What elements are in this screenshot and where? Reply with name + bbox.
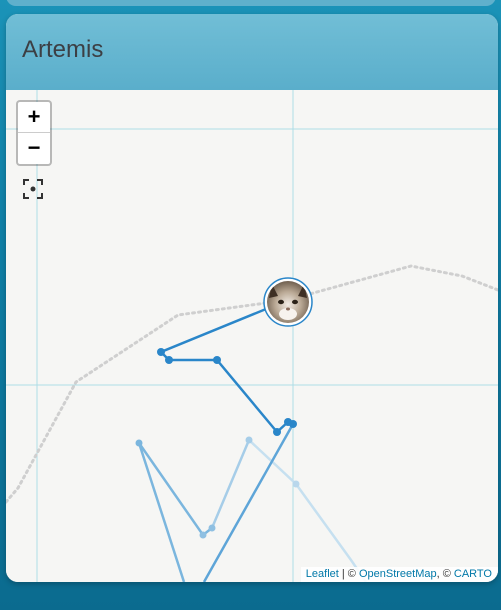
history-track-recent bbox=[202, 423, 295, 582]
leaflet-link[interactable]: Leaflet bbox=[306, 568, 339, 580]
pet-avatar-marker[interactable] bbox=[263, 277, 313, 327]
openstreetmap-link[interactable]: OpenStreetMap bbox=[359, 568, 437, 580]
map-attribution: Leaflet | © OpenStreetMap, © CARTO bbox=[300, 567, 498, 582]
history-track-light bbox=[210, 439, 251, 529]
history-track-mid bbox=[137, 442, 213, 537]
history-point bbox=[135, 439, 143, 447]
carto-link[interactable]: CARTO bbox=[454, 568, 492, 580]
history-point bbox=[245, 436, 253, 444]
attribution-separator: | © bbox=[338, 568, 359, 580]
track-point bbox=[273, 428, 281, 436]
dotted-boundary-path bbox=[6, 264, 498, 504]
zoom-control: + − bbox=[16, 100, 52, 166]
attribution-separator: , © bbox=[436, 568, 454, 580]
history-track-mid2 bbox=[137, 442, 186, 582]
pet-card: Artemis + − Leaflet | © OpenStreetMap, ©… bbox=[6, 14, 498, 582]
map-canvas[interactable] bbox=[6, 90, 498, 582]
history-point bbox=[292, 480, 300, 488]
card-header: Artemis bbox=[6, 14, 498, 90]
zoom-out-button[interactable]: − bbox=[18, 132, 50, 163]
track-point bbox=[289, 420, 297, 428]
track-point bbox=[213, 356, 221, 364]
previous-card bbox=[6, 0, 496, 6]
track-point bbox=[165, 356, 173, 364]
locate-icon bbox=[23, 179, 43, 199]
history-track-faint bbox=[248, 439, 368, 582]
card-title: Artemis bbox=[22, 36, 104, 63]
track-point bbox=[157, 348, 165, 356]
locate-button[interactable] bbox=[22, 178, 44, 200]
map-view[interactable]: + − Leaflet | © OpenStreetMap, © CARTO bbox=[6, 90, 498, 582]
history-point bbox=[199, 531, 207, 539]
zoom-in-button[interactable]: + bbox=[18, 102, 50, 132]
history-point bbox=[208, 524, 216, 532]
